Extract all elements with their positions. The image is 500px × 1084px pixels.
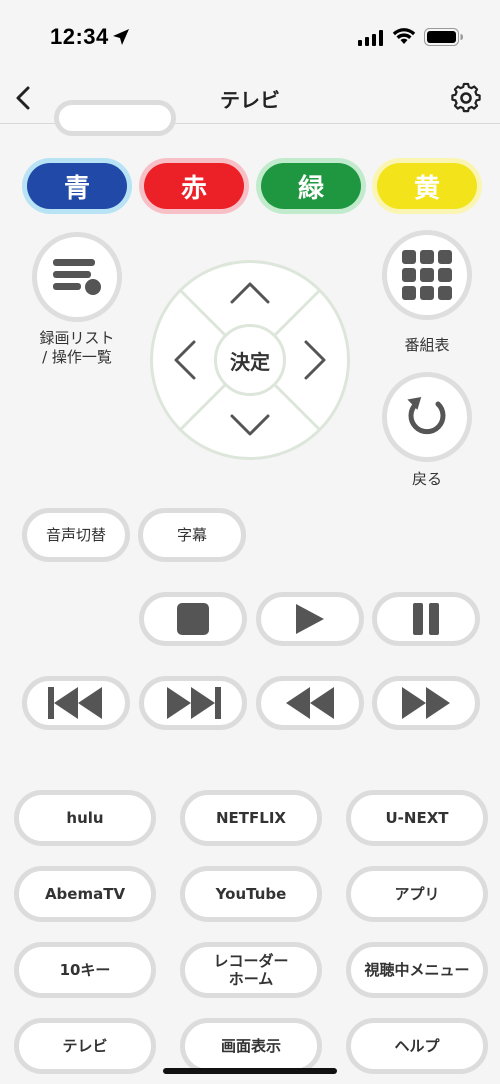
chevron-right-icon xyxy=(304,340,326,380)
unext-label: U-NEXT xyxy=(385,809,449,827)
tenkey-button[interactable]: 10キー xyxy=(14,942,156,998)
pause-icon xyxy=(413,603,439,635)
battery-icon xyxy=(424,28,463,46)
status-time: 12:34 xyxy=(50,24,109,49)
home-indicator xyxy=(163,1068,337,1074)
recordings-label-line1: 録画リスト xyxy=(39,329,115,347)
red-button-label: 赤 xyxy=(144,163,244,209)
chevron-left-icon xyxy=(174,340,196,380)
recorder-home-label-line2: ホーム xyxy=(228,970,274,988)
apps-label: アプリ xyxy=(394,885,440,903)
program-guide-button[interactable] xyxy=(382,230,472,320)
green-button-label: 緑 xyxy=(261,163,361,209)
netflix-label: NETFLIX xyxy=(216,809,286,827)
recorder-home-button[interactable]: レコーダー ホーム xyxy=(180,942,322,998)
recordings-list-button[interactable] xyxy=(32,232,122,322)
skip-forward-icon xyxy=(167,687,221,719)
list-icon xyxy=(53,259,101,295)
audio-switch-button[interactable]: 音声切替 xyxy=(22,508,130,562)
recordings-label-line2: / 操作一覧 xyxy=(42,348,112,366)
audio-switch-label: 音声切替 xyxy=(45,526,106,544)
yellow-button-label: 黄 xyxy=(377,163,477,209)
netflix-button[interactable]: NETFLIX xyxy=(180,790,322,846)
cellular-signal-icon xyxy=(358,30,383,46)
blue-button[interactable]: 青 xyxy=(22,158,132,214)
wifi-icon xyxy=(392,28,416,44)
location-arrow-icon xyxy=(113,29,129,45)
fast-forward-button[interactable] xyxy=(372,676,480,730)
apps-button[interactable]: アプリ xyxy=(346,866,488,922)
ok-button-label: 決定 xyxy=(230,349,270,374)
yellow-button[interactable]: 黄 xyxy=(372,158,482,214)
return-button[interactable] xyxy=(382,372,472,462)
chevron-up-icon xyxy=(230,282,270,304)
red-button[interactable]: 赤 xyxy=(139,158,249,214)
hulu-label: hulu xyxy=(66,809,104,827)
help-label: ヘルプ xyxy=(394,1037,440,1055)
unext-button[interactable]: U-NEXT xyxy=(346,790,488,846)
down-button[interactable] xyxy=(222,404,278,444)
rewind-button[interactable] xyxy=(256,676,364,730)
tv-label: テレビ xyxy=(62,1037,108,1055)
watching-menu-label: 視聴中メニュー xyxy=(364,961,470,979)
help-button[interactable]: ヘルプ xyxy=(346,1018,488,1074)
program-guide-label: 番組表 xyxy=(404,336,450,354)
subtitle-button[interactable]: 字幕 xyxy=(138,508,246,562)
stop-icon xyxy=(177,603,209,635)
abematv-button[interactable]: AbemaTV xyxy=(14,866,156,922)
skip-back-button[interactable] xyxy=(22,676,130,730)
youtube-label: YouTube xyxy=(215,885,287,903)
abematv-label: AbemaTV xyxy=(44,885,126,903)
screen-display-button[interactable]: 画面表示 xyxy=(180,1018,322,1074)
watching-menu-button[interactable]: 視聴中メニュー xyxy=(346,942,488,998)
green-button[interactable]: 緑 xyxy=(256,158,366,214)
settings-button[interactable] xyxy=(446,78,486,118)
left-button[interactable] xyxy=(164,332,204,388)
recordings-list-label: 録画リスト / 操作一覧 xyxy=(20,329,134,367)
ok-button[interactable]: 決定 xyxy=(214,324,286,396)
partially-visible-button[interactable] xyxy=(54,100,176,136)
pause-button[interactable] xyxy=(372,592,480,646)
screen-display-label: 画面表示 xyxy=(220,1037,281,1055)
play-button[interactable] xyxy=(256,592,364,646)
right-button[interactable] xyxy=(296,332,336,388)
recorder-home-label-line1: レコーダー xyxy=(213,952,289,970)
tv-button[interactable]: テレビ xyxy=(14,1018,156,1074)
skip-forward-button[interactable] xyxy=(139,676,247,730)
up-button[interactable] xyxy=(222,272,278,312)
play-icon xyxy=(296,604,324,634)
subtitle-label: 字幕 xyxy=(176,526,207,544)
rewind-icon xyxy=(286,687,334,719)
status-bar: 12:34 xyxy=(0,0,500,72)
fast-forward-icon xyxy=(402,687,450,719)
youtube-button[interactable]: YouTube xyxy=(180,866,322,922)
gear-icon xyxy=(451,82,481,113)
blue-button-label: 青 xyxy=(27,163,127,209)
grid-icon xyxy=(402,250,452,300)
chevron-down-icon xyxy=(230,414,270,436)
rotate-back-icon xyxy=(407,397,446,435)
tenkey-label: 10キー xyxy=(59,961,111,979)
return-label: 戻る xyxy=(411,470,442,488)
stop-button[interactable] xyxy=(139,592,247,646)
hulu-button[interactable]: hulu xyxy=(14,790,156,846)
skip-back-icon xyxy=(48,687,102,719)
